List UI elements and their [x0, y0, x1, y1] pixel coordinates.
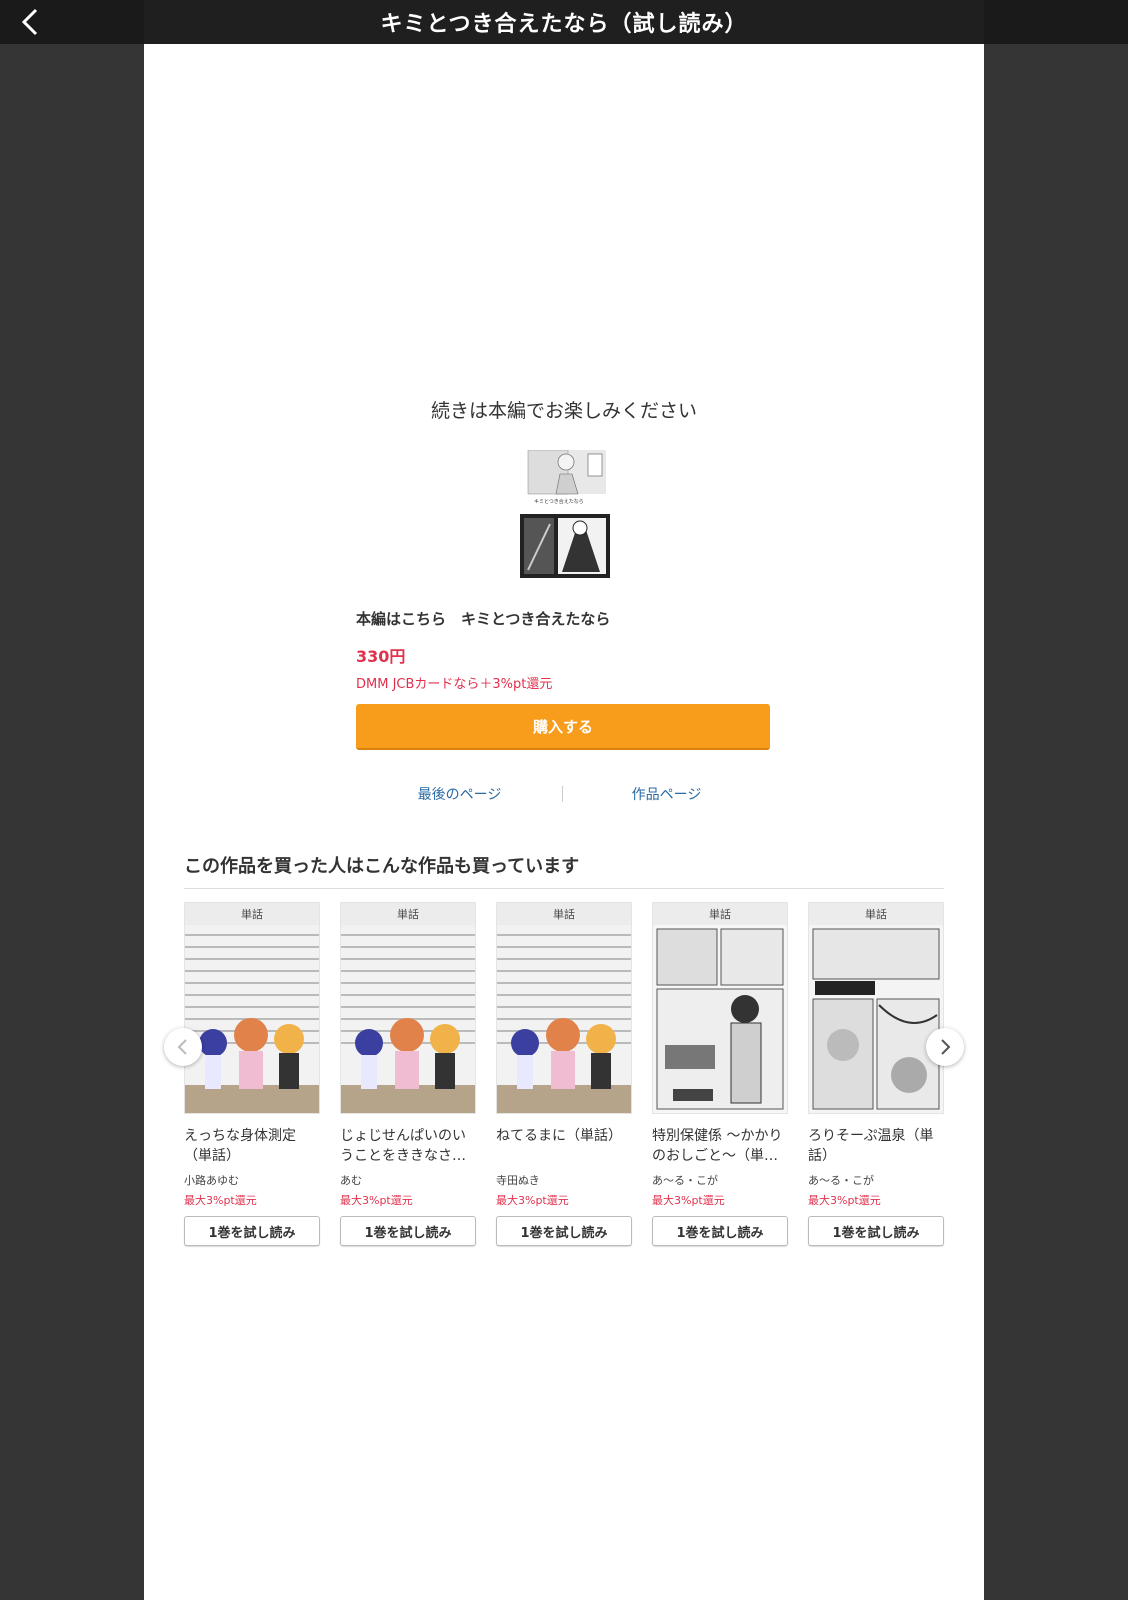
buy-button[interactable]: 購入する	[356, 704, 770, 750]
card-title[interactable]: ろりそーぷ温泉（単話）	[808, 1126, 944, 1166]
card-point: 最大3%pt還元	[496, 1194, 569, 1207]
card-title[interactable]: ねてるまに（単話）	[496, 1126, 632, 1166]
card-thumbnail[interactable]: 単話	[184, 902, 320, 1114]
card-author[interactable]: あむ	[340, 1172, 476, 1188]
card-badge: 単話	[185, 903, 319, 925]
card-title[interactable]: 特別保健係 〜かかりのおしごと〜（単…	[652, 1126, 788, 1166]
book-cover-image[interactable]: キミとつき合えたなら	[520, 450, 610, 578]
work-page-link[interactable]: 作品ページ	[563, 784, 770, 804]
nav-links: 最後のページ 作品ページ	[356, 784, 770, 806]
card-point: 最大3%pt還元	[184, 1194, 257, 1207]
main-work-link[interactable]: 本編はこちら キミとつき合えたなら	[356, 608, 770, 629]
continue-message: 続きは本編でお楽しみください	[430, 400, 697, 422]
card-author[interactable]: 小路あゆむ	[184, 1172, 320, 1188]
chevron-left-icon	[177, 1039, 187, 1055]
card-badge: 単話	[809, 903, 943, 925]
recommend-card: 単話 えっちな身体測定（単話） 小路あゆむ 最大3%pt還元 1巻を試し読み	[184, 902, 320, 1246]
card-point: 最大3%pt還元	[808, 1194, 881, 1207]
card-point: 最大3%pt還元	[652, 1194, 725, 1207]
point-note: DMM JCBカードなら＋3%pt還元	[356, 677, 553, 692]
purchase-block: 本編はこちら キミとつき合えたなら 330円 DMM JCBカードなら＋3%pt…	[356, 608, 770, 750]
card-point: 最大3%pt還元	[340, 1194, 413, 1207]
trial-read-button[interactable]: 1巻を試し読み	[652, 1216, 788, 1246]
card-badge: 単話	[653, 903, 787, 925]
recommend-card: 単話 ろりそーぷ温泉（単話） あ〜る・こが 最大3%pt還元 1巻を試し読み	[808, 902, 944, 1246]
card-author[interactable]: あ〜る・こが	[808, 1172, 944, 1188]
viewer-page: キミとつき合えたなら（試し読み） 続きは本編でお楽しみください キミとつき合えた…	[144, 0, 984, 1600]
card-title[interactable]: えっちな身体測定（単話）	[184, 1126, 320, 1166]
price: 330円	[356, 647, 406, 666]
card-author[interactable]: 寺田ぬき	[496, 1172, 632, 1188]
last-page-link[interactable]: 最後のページ	[356, 784, 563, 804]
recommend-section-title: この作品を買った人はこんな作品も買っています	[184, 852, 944, 889]
page-title: キミとつき合えたなら（試し読み）	[144, 0, 984, 44]
trial-read-button[interactable]: 1巻を試し読み	[340, 1216, 476, 1246]
card-thumbnail[interactable]: 単話	[340, 902, 476, 1114]
back-chevron-icon[interactable]	[14, 6, 46, 38]
trial-read-button[interactable]: 1巻を試し読み	[808, 1216, 944, 1246]
card-thumbnail[interactable]: 単話	[652, 902, 788, 1114]
card-badge: 単話	[341, 903, 475, 925]
card-thumbnail[interactable]: 単話	[496, 902, 632, 1114]
card-title[interactable]: じょじせんぱいのいうことをききなさ…	[340, 1126, 476, 1166]
chevron-right-icon	[941, 1039, 951, 1055]
recommend-card: 単話 ねてるまに（単話） 寺田ぬき 最大3%pt還元 1巻を試し読み	[496, 902, 632, 1246]
trial-read-button[interactable]: 1巻を試し読み	[496, 1216, 632, 1246]
card-author[interactable]: あ〜る・こが	[652, 1172, 788, 1188]
recommend-card: 単話 特別保健係 〜かかりのおしごと〜（単… あ〜る・こが 最大3%pt還元 1…	[652, 902, 788, 1246]
card-badge: 単話	[497, 903, 631, 925]
trial-read-button[interactable]: 1巻を試し読み	[184, 1216, 320, 1246]
cover-title-text: キミとつき合えたなら	[534, 498, 584, 505]
recommend-card: 単話 じょじせんぱいのいうことをききなさ… あむ 最大3%pt還元 1巻を試し読…	[340, 902, 476, 1246]
carousel-prev-button[interactable]	[164, 1028, 202, 1066]
carousel-next-button[interactable]	[926, 1028, 964, 1066]
card-thumbnail[interactable]: 単話	[808, 902, 944, 1114]
